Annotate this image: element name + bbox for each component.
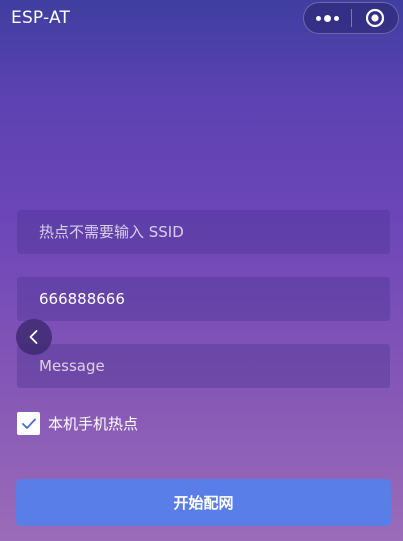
checkmark-icon (21, 418, 36, 429)
more-dots-icon (315, 14, 339, 22)
ssid-field[interactable] (17, 210, 390, 254)
chevron-left-icon (29, 330, 38, 344)
miniprogram-capsule (303, 2, 399, 34)
message-field[interactable] (17, 344, 390, 388)
hotspot-checkbox-row[interactable]: 本机手机热点 (17, 411, 138, 436)
target-close-icon (365, 8, 384, 28)
screen: ESP-AT 本机手机热 (0, 0, 403, 541)
app-title: ESP-AT (11, 8, 71, 28)
more-menu-button[interactable] (304, 3, 351, 33)
hotspot-checkbox[interactable] (17, 412, 40, 435)
password-input[interactable] (39, 290, 368, 308)
start-provisioning-button[interactable]: 开始配网 (16, 479, 391, 526)
close-miniprogram-button[interactable] (352, 3, 399, 33)
password-field[interactable] (17, 277, 390, 321)
ssid-input[interactable] (39, 223, 368, 241)
back-button[interactable] (16, 319, 52, 355)
message-input[interactable] (39, 357, 368, 375)
hotspot-checkbox-label: 本机手机热点 (48, 415, 139, 433)
